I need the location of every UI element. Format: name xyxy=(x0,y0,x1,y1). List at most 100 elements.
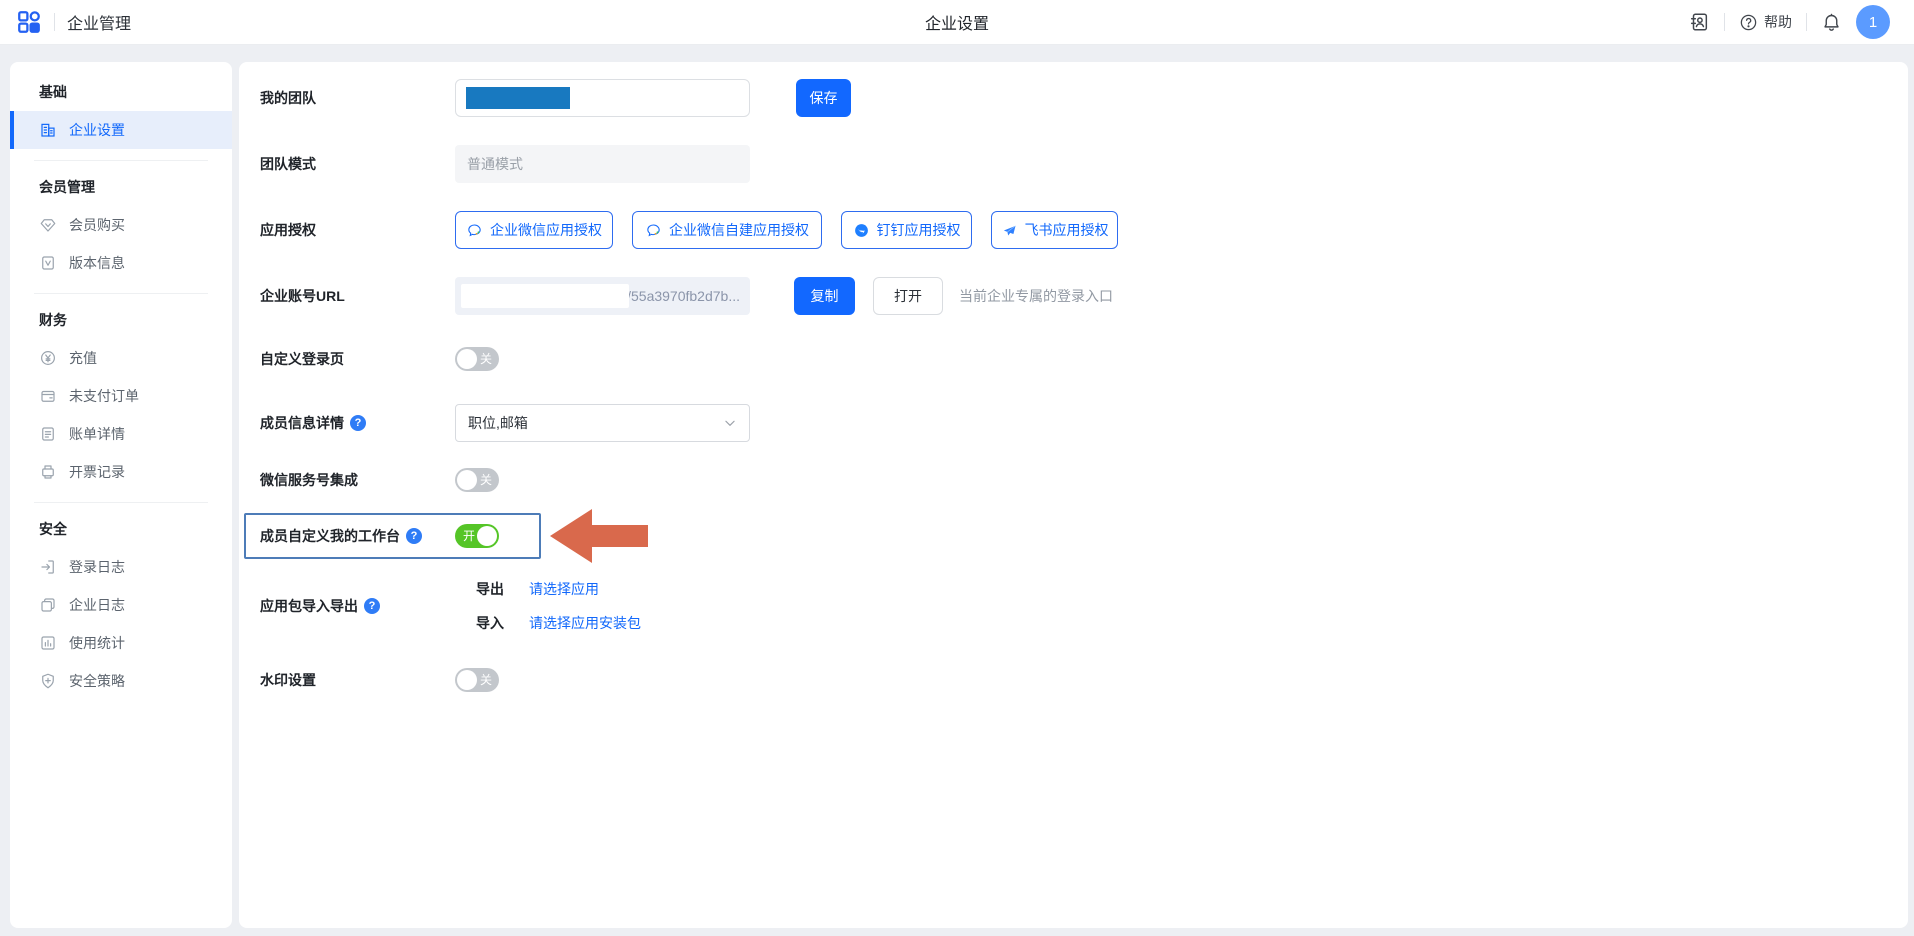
row-member-info: 成员信息详情 ? 职位,邮箱 xyxy=(260,404,750,442)
avatar[interactable]: 1 xyxy=(1856,5,1890,39)
sidebar-section-security: 安全 xyxy=(10,519,232,539)
import-select-package-link[interactable]: 请选择应用安装包 xyxy=(529,613,641,633)
toggle-state-label: 关 xyxy=(480,468,492,492)
bell-icon[interactable] xyxy=(1821,12,1842,33)
sidebar-section-membership: 会员管理 xyxy=(10,177,232,197)
sidebar-item-label: 会员购买 xyxy=(69,215,125,235)
sidebar: 基础 企业设置 会员管理 会员购买 版本信息 财务 xyxy=(10,62,232,928)
member-info-select[interactable]: 职位,邮箱 xyxy=(455,404,750,442)
team-mode-input: 普通模式 xyxy=(455,145,750,183)
sidebar-item-security-policy[interactable]: 安全策略 xyxy=(10,662,232,700)
app-package-label-row: 应用包导入导出 ? xyxy=(260,587,455,625)
sidebar-item-unpaid-orders[interactable]: 未支付订单 xyxy=(10,377,232,415)
sidebar-divider xyxy=(34,502,208,503)
sidebar-item-label: 版本信息 xyxy=(69,253,125,273)
custom-workbench-label-text: 成员自定义我的工作台 xyxy=(260,526,400,546)
member-info-label: 成员信息详情 ? xyxy=(260,413,455,433)
stats-icon xyxy=(39,634,57,652)
enterprise-url-input[interactable]: /url/55a3970fb2d7b... xyxy=(455,277,750,315)
contacts-icon[interactable] xyxy=(1688,11,1710,33)
toggle-state-label: 开 xyxy=(463,524,475,548)
sidebar-item-label: 开票记录 xyxy=(69,462,125,482)
custom-workbench-help-icon[interactable]: ? xyxy=(406,528,422,544)
sidebar-section-basic: 基础 xyxy=(10,82,232,102)
row-custom-login: 自定义登录页 关 xyxy=(260,340,499,378)
sidebar-item-label: 未支付订单 xyxy=(69,386,139,406)
export-label: 导出 xyxy=(476,579,504,599)
wecom-icon xyxy=(466,222,483,239)
wechat-service-toggle[interactable]: 关 xyxy=(455,468,499,492)
feishu-icon xyxy=(1001,222,1018,239)
sidebar-item-login-logs[interactable]: 登录日志 xyxy=(10,548,232,586)
sidebar-item-usage-stats[interactable]: 使用统计 xyxy=(10,624,232,662)
row-export: 导出 请选择应用 xyxy=(476,570,599,608)
feishu-auth-label: 飞书应用授权 xyxy=(1025,220,1109,240)
sidebar-item-version-info[interactable]: 版本信息 xyxy=(10,244,232,282)
building-icon xyxy=(39,121,57,139)
app-grid-logo-icon[interactable] xyxy=(16,9,42,35)
team-name-input[interactable] xyxy=(455,79,750,117)
custom-workbench-label: 成员自定义我的工作台 ? xyxy=(260,526,455,546)
enterprise-url-hint: 当前企业专属的登录入口 xyxy=(959,286,1113,306)
topbar-divider xyxy=(54,13,55,31)
sidebar-item-member-purchase[interactable]: 会员购买 xyxy=(10,206,232,244)
recharge-icon xyxy=(39,349,57,367)
gem-icon xyxy=(39,216,57,234)
custom-workbench-toggle[interactable]: 开 xyxy=(455,524,499,548)
help-button[interactable]: 帮助 xyxy=(1739,12,1792,32)
import-label: 导入 xyxy=(476,613,504,633)
row-team-mode: 团队模式 普通模式 xyxy=(260,145,750,183)
toggle-knob xyxy=(477,526,497,546)
wecom-auth-button[interactable]: 企业微信应用授权 xyxy=(455,211,613,249)
app-package-label: 应用包导入导出 ? xyxy=(260,596,455,616)
sidebar-item-bill-details[interactable]: 账单详情 xyxy=(10,415,232,453)
toggle-knob xyxy=(457,349,477,369)
topbar-right: 帮助 1 xyxy=(1688,5,1890,39)
watermark-toggle[interactable]: 关 xyxy=(455,668,499,692)
toggle-state-label: 关 xyxy=(480,668,492,692)
sidebar-item-label: 安全策略 xyxy=(69,671,125,691)
toggle-knob xyxy=(457,470,477,490)
sidebar-item-invoice-records[interactable]: 开票记录 xyxy=(10,453,232,491)
row-app-auth: 应用授权 企业微信应用授权 企业微信自建应用授权 xyxy=(260,211,1118,249)
row-my-team: 我的团队 保存 xyxy=(260,79,851,117)
sidebar-divider xyxy=(34,293,208,294)
enterprise-url-label: 企业账号URL xyxy=(260,286,455,306)
watermark-label: 水印设置 xyxy=(260,670,455,690)
bill-icon xyxy=(39,425,57,443)
save-button[interactable]: 保存 xyxy=(796,79,851,117)
open-button[interactable]: 打开 xyxy=(873,277,943,315)
sidebar-item-enterprise-logs[interactable]: 企业日志 xyxy=(10,586,232,624)
member-info-help-icon[interactable]: ? xyxy=(350,415,366,431)
sidebar-item-recharge[interactable]: 充值 xyxy=(10,339,232,377)
row-wechat-service: 微信服务号集成 关 xyxy=(260,461,499,499)
sidebar-item-label: 充值 xyxy=(69,348,97,368)
wecom-custom-auth-button[interactable]: 企业微信自建应用授权 xyxy=(632,211,822,249)
copy-button[interactable]: 复制 xyxy=(794,277,855,315)
export-select-app-link[interactable]: 请选择应用 xyxy=(529,579,599,599)
topbar-left: 企业管理 xyxy=(16,9,131,35)
dingtalk-auth-label: 钉钉应用授权 xyxy=(877,220,961,240)
custom-login-toggle[interactable]: 关 xyxy=(455,347,499,371)
feishu-auth-button[interactable]: 飞书应用授权 xyxy=(991,211,1118,249)
wallet-icon xyxy=(39,387,57,405)
app-auth-label: 应用授权 xyxy=(260,220,455,240)
sidebar-item-enterprise-settings[interactable]: 企业设置 xyxy=(10,111,232,149)
invoice-icon xyxy=(39,463,57,481)
app-package-help-icon[interactable]: ? xyxy=(364,598,380,614)
chevron-down-icon xyxy=(723,416,737,430)
sidebar-item-label: 企业设置 xyxy=(69,120,125,140)
sidebar-item-label: 使用统计 xyxy=(69,633,125,653)
member-info-select-value: 职位,邮箱 xyxy=(468,413,528,433)
version-icon xyxy=(39,254,57,272)
app-title: 企业管理 xyxy=(67,10,131,34)
page-title: 企业设置 xyxy=(925,10,989,34)
toggle-knob xyxy=(457,670,477,690)
row-watermark: 水印设置 关 xyxy=(260,661,499,699)
dingtalk-auth-button[interactable]: 钉钉应用授权 xyxy=(841,211,972,249)
sidebar-item-label: 企业日志 xyxy=(69,595,125,615)
security-policy-icon xyxy=(39,672,57,690)
help-label: 帮助 xyxy=(1764,12,1792,32)
row-custom-workbench: 成员自定义我的工作台 ? 开 xyxy=(260,517,499,555)
sidebar-item-label: 登录日志 xyxy=(69,557,125,577)
